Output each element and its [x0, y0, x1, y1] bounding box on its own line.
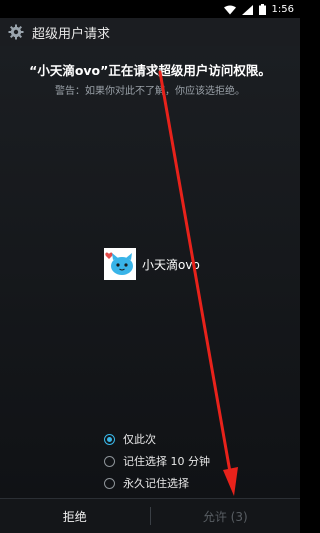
radio-once[interactable]: [104, 433, 115, 445]
battery-icon: [258, 0, 266, 19]
gear-icon: [8, 24, 24, 40]
option-forever-label: 永久记住选择: [123, 477, 189, 490]
status-bar: 1:56: [0, 0, 300, 18]
option-once-label: 仅此次: [123, 433, 156, 446]
cat-mascot-icon: [104, 248, 136, 280]
button-bar: 拒绝 允许 (3): [0, 498, 300, 533]
header-title: 超级用户请求: [32, 26, 111, 42]
option-once[interactable]: 仅此次: [104, 428, 210, 450]
allow-button[interactable]: 允许 (3): [151, 499, 301, 533]
app-name: 小天滴ovo: [142, 257, 200, 272]
requesting-app: 小天滴ovo: [104, 247, 200, 281]
option-ten-minutes-label: 记住选择 10 分钟: [123, 455, 210, 468]
app-header: 超级用户请求: [0, 18, 300, 46]
radio-ten-minutes[interactable]: [104, 455, 115, 467]
radio-forever[interactable]: [104, 477, 115, 489]
option-forever[interactable]: 永久记住选择: [104, 472, 210, 494]
status-icons: 1:56: [223, 0, 294, 19]
superuser-request-dialog: “小天滴ovo”正在请求超级用户访问权限。 警告：如果你对此不了解，你应该选拒绝…: [0, 46, 300, 498]
deny-button[interactable]: 拒绝: [0, 499, 150, 533]
request-message: “小天滴ovo”正在请求超级用户访问权限。: [29, 63, 271, 78]
duration-options: 仅此次 记住选择 10 分钟 永久记住选择: [104, 428, 210, 494]
warning-message: 警告：如果你对此不了解，你应该选拒绝。: [55, 86, 245, 97]
option-ten-minutes[interactable]: 记住选择 10 分钟: [104, 450, 210, 472]
status-time: 1:56: [271, 3, 294, 15]
signal-icon: [241, 0, 253, 19]
wifi-icon: [223, 0, 236, 19]
